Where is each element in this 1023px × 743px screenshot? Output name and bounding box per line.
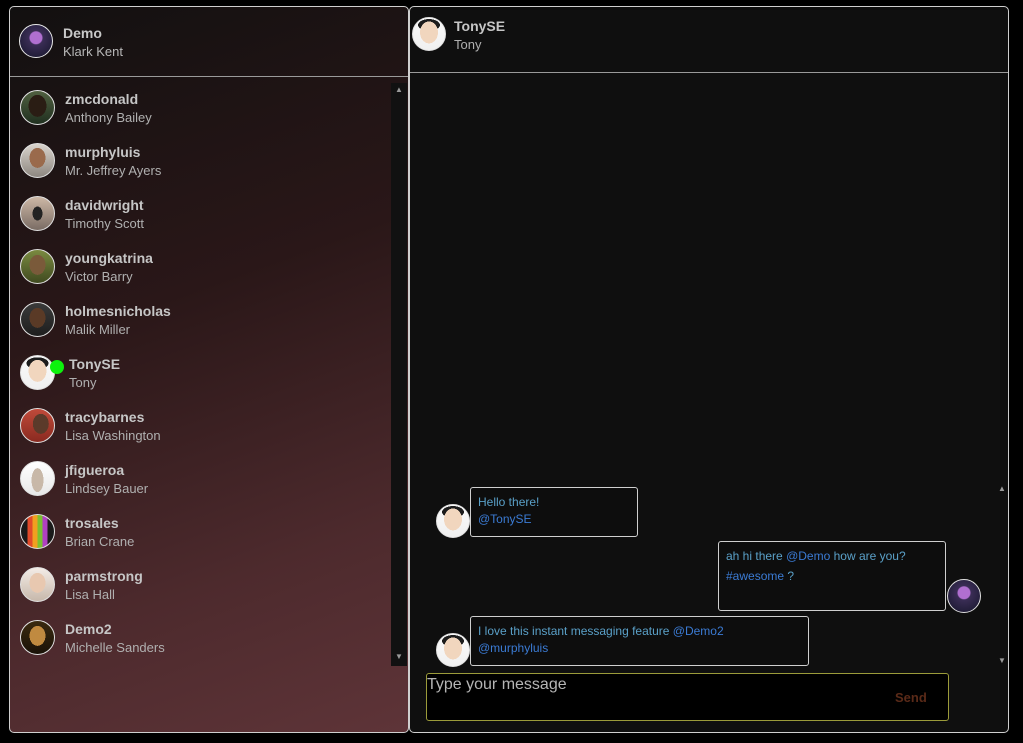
contact-name: Michelle Sanders — [65, 640, 165, 655]
message-list-scrollbar[interactable]: ▲ ▼ — [995, 482, 1008, 668]
scroll-down-icon[interactable]: ▼ — [995, 654, 1008, 668]
contact-list: zmcdonald Anthony Bailey murphyluis Mr. … — [10, 83, 392, 667]
message-text: Hello there! — [478, 495, 540, 509]
hashtag-link[interactable]: #awesome — [726, 569, 784, 583]
contact-username: Demo2 — [65, 621, 112, 637]
current-user-name: Klark Kent — [63, 44, 123, 59]
current-user-header: Demo Klark Kent — [10, 7, 408, 77]
message-bubble: Hello there! @TonySE — [470, 487, 638, 537]
chat-partner-username: TonySE — [454, 18, 506, 34]
contact-username: youngkatrina — [65, 250, 153, 266]
contact-item-zmcdonald[interactable]: zmcdonald Anthony Bailey — [10, 83, 392, 136]
avatar — [20, 461, 55, 496]
contact-username: holmesnicholas — [65, 303, 171, 319]
message-avatar — [436, 504, 470, 538]
online-status-icon — [50, 360, 64, 374]
avatar — [20, 196, 55, 231]
message-text: ? — [787, 569, 795, 583]
contact-username: zmcdonald — [65, 91, 139, 107]
message-text: ah hi there — [726, 549, 783, 563]
mention-link[interactable]: @TonySE — [478, 511, 630, 528]
avatar — [20, 408, 55, 443]
message-bubble: ah hi there @Demo how are you? #awesome … — [718, 541, 946, 611]
contact-list-scrollbar[interactable]: ▲ ▼ — [391, 83, 407, 666]
contact-name: Lisa Washington — [65, 428, 161, 443]
message-input[interactable] — [427, 674, 877, 696]
contact-item-murphyluis[interactable]: murphyluis Mr. Jeffrey Ayers — [10, 136, 392, 189]
chat-partner-avatar[interactable] — [412, 17, 446, 51]
scroll-down-icon[interactable]: ▼ — [391, 650, 407, 664]
message-avatar — [436, 633, 470, 667]
scroll-up-icon[interactable]: ▲ — [391, 83, 407, 97]
chat-partner-name: Tony — [454, 37, 482, 52]
contact-item-demo2[interactable]: Demo2 Michelle Sanders — [10, 613, 392, 666]
message-composer: Send — [426, 673, 949, 721]
contact-username: parmstrong — [65, 568, 143, 584]
contact-item-davidwright[interactable]: davidwright Timothy Scott — [10, 189, 392, 242]
contact-username: jfigueroa — [65, 462, 125, 478]
contact-item-jfigueroa[interactable]: jfigueroa Lindsey Bauer — [10, 454, 392, 507]
contact-name: Victor Barry — [65, 269, 133, 284]
message-avatar — [947, 579, 981, 613]
mention-link[interactable]: @Demo — [786, 549, 830, 563]
contacts-panel: Demo Klark Kent zmcdonald Anthony Bailey… — [9, 6, 409, 733]
contact-name: Anthony Bailey — [65, 110, 152, 125]
avatar — [20, 90, 55, 125]
contact-name: Timothy Scott — [65, 216, 144, 231]
scroll-up-icon[interactable]: ▲ — [995, 482, 1008, 496]
avatar — [20, 355, 55, 390]
contact-item-holmesnicholas[interactable]: holmesnicholas Malik Miller — [10, 295, 392, 348]
avatar — [20, 514, 55, 549]
chat-header: TonySE Tony — [410, 7, 1008, 73]
contact-name: Brian Crane — [65, 534, 135, 549]
current-user-avatar[interactable] — [19, 24, 53, 58]
contact-name: Malik Miller — [65, 322, 130, 337]
avatar — [20, 620, 55, 655]
message-text: how are you? — [833, 549, 906, 563]
mention-link[interactable]: @Demo2 — [673, 624, 724, 638]
contact-username: TonySE — [69, 356, 121, 372]
contact-item-tonyse[interactable]: TonySE Tony — [10, 348, 392, 401]
avatar — [20, 302, 55, 337]
avatar — [20, 249, 55, 284]
message-list: Hello there! @TonySE ah hi there @Demo h… — [410, 73, 995, 668]
contact-item-youngkatrina[interactable]: youngkatrina Victor Barry — [10, 242, 392, 295]
avatar — [20, 567, 55, 602]
contact-item-trosales[interactable]: trosales Brian Crane — [10, 507, 392, 560]
contact-username: davidwright — [65, 197, 144, 213]
contact-name: Lisa Hall — [65, 587, 115, 602]
contact-item-tracybarnes[interactable]: tracybarnes Lisa Washington — [10, 401, 392, 454]
message-text: I love this instant messaging feature — [478, 624, 670, 638]
current-user-username: Demo — [63, 25, 102, 41]
contact-name: Lindsey Bauer — [65, 481, 149, 496]
message-bubble: I love this instant messaging feature @D… — [470, 616, 809, 666]
chat-panel: TonySE Tony Hello there! @TonySE ah hi t… — [409, 6, 1009, 733]
contact-username: murphyluis — [65, 144, 141, 160]
contact-name: Mr. Jeffrey Ayers — [65, 163, 162, 178]
mention-link[interactable]: @murphyluis — [478, 640, 801, 657]
contact-name: Tony — [69, 375, 97, 390]
contact-username: tracybarnes — [65, 409, 145, 425]
contact-item-parmstrong[interactable]: parmstrong Lisa Hall — [10, 560, 392, 613]
send-button[interactable]: Send — [895, 690, 927, 705]
avatar — [20, 143, 55, 178]
contact-username: trosales — [65, 515, 119, 531]
